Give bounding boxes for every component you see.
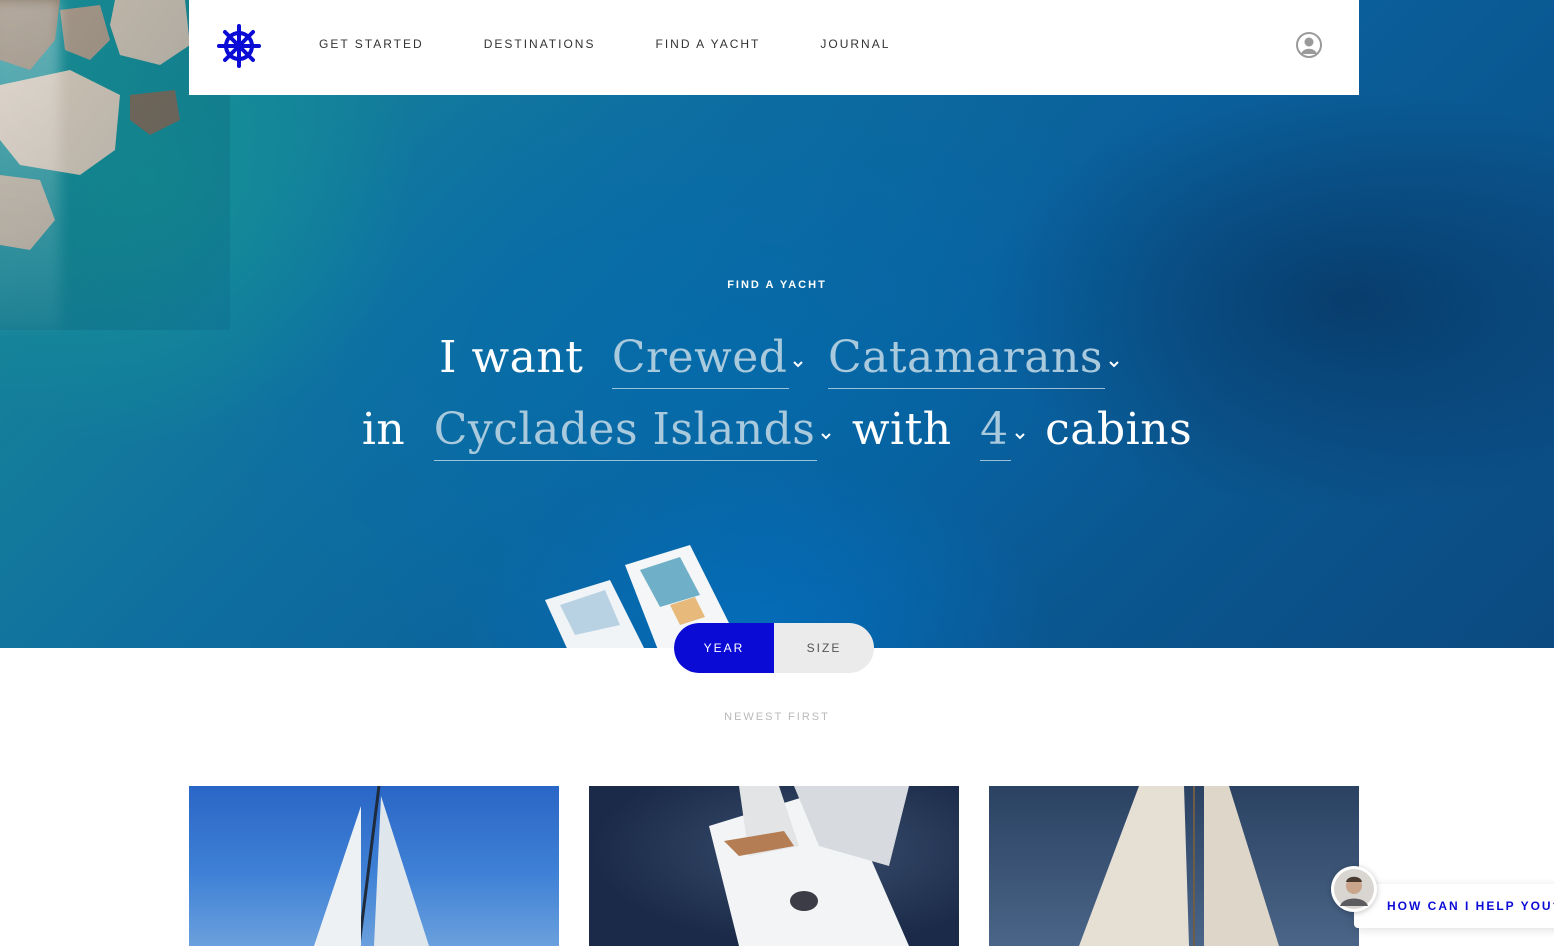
- nav-find-a-yacht[interactable]: FIND A YACHT: [655, 37, 760, 51]
- support-person-photo: [1334, 869, 1374, 909]
- yacht-photo: [709, 786, 909, 946]
- destination-select[interactable]: Cyclades Islands: [433, 404, 832, 461]
- sort-size-button[interactable]: SIZE: [774, 623, 874, 673]
- chevron-down-icon: [1014, 433, 1025, 440]
- yacht-card[interactable]: [189, 786, 559, 946]
- sentence-text-with: with: [851, 404, 952, 455]
- yacht-type-select[interactable]: Catamarans: [827, 332, 1119, 389]
- top-navigation: GET STARTED DESTINATIONS FIND A YACHT JO…: [189, 0, 1359, 95]
- sort-order-label: NEWEST FIRST: [724, 711, 830, 723]
- charter-type-select[interactable]: Crewed: [611, 332, 804, 389]
- support-avatar[interactable]: [1331, 866, 1377, 912]
- yacht-card[interactable]: [989, 786, 1359, 946]
- user-circle-icon[interactable]: [1295, 31, 1323, 59]
- hero-banner: FIND A YACHT I want Crewed Catamarans in…: [0, 0, 1554, 648]
- cabins-select[interactable]: 4: [980, 404, 1025, 461]
- hero-eyebrow: FIND A YACHT: [727, 279, 827, 291]
- sentence-text-cabins: cabins: [1045, 404, 1193, 455]
- chevron-down-icon: [821, 433, 832, 440]
- nav-destinations[interactable]: DESTINATIONS: [484, 37, 596, 51]
- ship-wheel-icon[interactable]: [217, 24, 261, 68]
- nav-get-started[interactable]: GET STARTED: [319, 37, 424, 51]
- charter-type-value: Crewed: [611, 332, 788, 383]
- nav-journal[interactable]: JOURNAL: [820, 37, 890, 51]
- cabins-value: 4: [980, 404, 1009, 455]
- sentence-text-in: in: [361, 404, 406, 455]
- search-sentence-line-1: I want Crewed Catamarans: [0, 332, 1554, 389]
- sort-year-button[interactable]: YEAR: [674, 623, 774, 673]
- yacht-type-value: Catamarans: [827, 332, 1103, 383]
- chat-label: HOW CAN I HELP YOU?: [1387, 899, 1554, 913]
- chevron-down-icon: [793, 361, 804, 368]
- destination-value: Cyclades Islands: [433, 404, 816, 455]
- sort-toggle: YEAR SIZE: [674, 623, 874, 673]
- yacht-photo: [1079, 786, 1279, 946]
- chat-widget[interactable]: HOW CAN I HELP YOU?: [1354, 884, 1554, 928]
- chevron-down-icon: [1109, 361, 1119, 368]
- sentence-text-i-want: I want: [439, 332, 584, 383]
- yacht-photo: [314, 786, 429, 946]
- search-sentence-line-2: in Cyclades Islands with 4 cabins: [0, 404, 1554, 461]
- nav-links: GET STARTED DESTINATIONS FIND A YACHT JO…: [319, 37, 950, 51]
- yacht-card[interactable]: [589, 786, 959, 946]
